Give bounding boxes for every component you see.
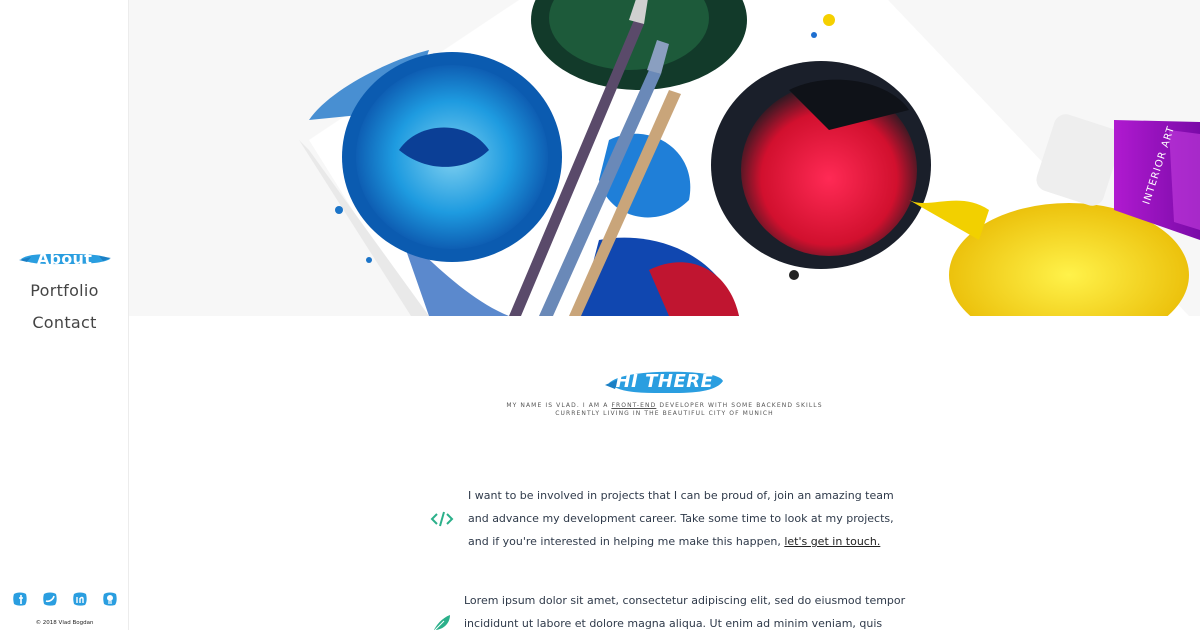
lorem-block: Lorem ipsum dolor sit amet, consectetur … [430, 589, 910, 630]
intro-section: HI THERE MY NAME IS VLAD. I AM A FRONT-E… [129, 365, 1200, 418]
code-icon [430, 511, 454, 527]
about-paragraph: I want to be involved in projects that I… [468, 484, 910, 553]
nav-item-portfolio[interactable]: Portfolio [0, 280, 129, 312]
intro-title: HI THERE [615, 371, 714, 392]
nav-label-about: About [36, 249, 93, 268]
github-icon[interactable] [102, 591, 118, 607]
copyright: © 2018 Vlad Bogdan [35, 620, 94, 626]
nav-label-portfolio: Portfolio [30, 281, 99, 300]
tagline: MY NAME IS VLAD. I AM A FRONT-END DEVELO… [129, 402, 1200, 418]
hi-there-heading: HI THERE [604, 365, 725, 399]
twitter-icon[interactable] [42, 591, 58, 607]
facebook-icon[interactable] [12, 591, 28, 607]
about-block: I want to be involved in projects that I… [430, 484, 910, 553]
lorem-paragraph: Lorem ipsum dolor sit amet, consectetur … [464, 594, 906, 630]
sidebar: About Portfolio Contact © 2018 Vlad Bogd… [0, 0, 129, 630]
nav-item-about[interactable]: About [0, 248, 129, 280]
main-nav: About Portfolio Contact [0, 248, 129, 344]
paint-palette-illustration: INTERIOR ART [129, 0, 1200, 316]
contact-link[interactable]: let's get in touch. [784, 535, 880, 548]
tagline-link[interactable]: FRONT-END [611, 402, 656, 409]
nav-label-contact: Contact [32, 313, 97, 332]
social-links [12, 591, 118, 607]
nav-item-contact[interactable]: Contact [0, 312, 129, 344]
tagline-part-2: DEVELOPER WITH SOME BACKEND SKILLS [656, 402, 823, 409]
tagline-line-2: CURRENTLY LIVING IN THE BEAUTIFUL CITY O… [555, 410, 774, 417]
linkedin-icon[interactable] [72, 591, 88, 607]
tagline-part-1: MY NAME IS VLAD. I AM A [506, 402, 612, 409]
feather-icon [433, 615, 450, 630]
hero-image: INTERIOR ART [129, 0, 1200, 316]
